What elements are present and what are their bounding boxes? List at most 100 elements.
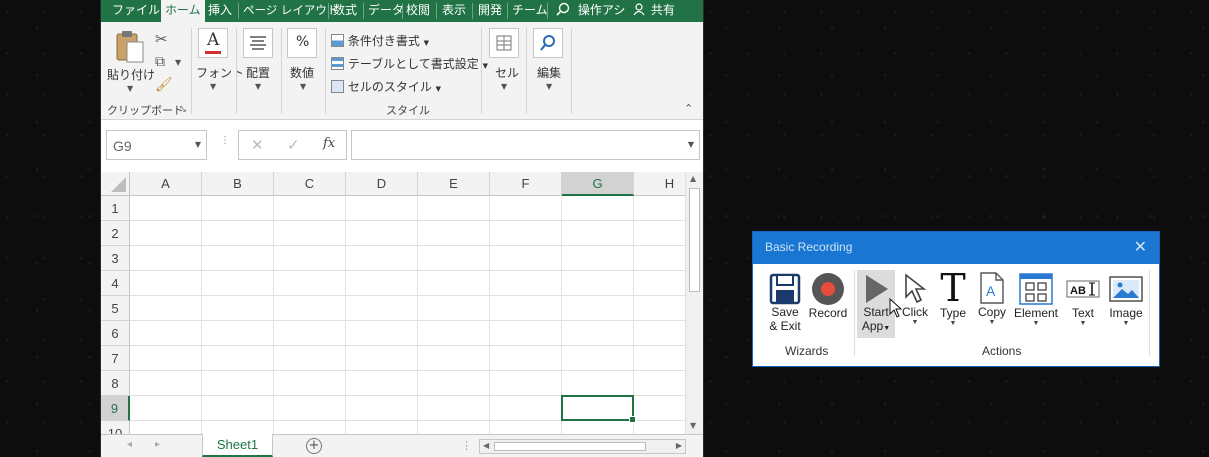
save-icon — [769, 273, 801, 305]
save-exit-button[interactable]: Save & Exit — [765, 270, 805, 338]
conditional-format-button[interactable]: 条件付き書式 ▼ — [331, 32, 429, 49]
tab-home[interactable]: ホーム — [161, 0, 205, 22]
chevron-down-icon: ▼ — [210, 82, 217, 91]
row-header-1[interactable]: 1 — [101, 196, 130, 221]
tab-team[interactable]: チーム — [512, 0, 548, 22]
dialog-launcher-icon[interactable]: ↘ — [180, 105, 187, 114]
group-separator — [191, 28, 192, 114]
tell-me-label: 操作アシ — [577, 3, 626, 17]
table-icon — [331, 57, 344, 70]
tab-view[interactable]: 表示 — [442, 0, 466, 22]
chevron-down-icon[interactable]: ▼ — [688, 140, 694, 149]
cancel-icon[interactable]: ✕ — [251, 136, 264, 154]
column-header-b[interactable]: B — [202, 172, 274, 196]
chevron-down-icon: ▼ — [175, 58, 182, 67]
copy-button[interactable]: A Copy ▼ — [973, 270, 1011, 338]
row-header-3[interactable]: 3 — [101, 246, 130, 271]
horizontal-scrollbar[interactable]: ◀ ▶ — [479, 439, 686, 454]
chevron-down-icon: ▼ — [546, 82, 553, 91]
cut-icon[interactable]: ✂ — [155, 30, 168, 48]
font-button[interactable]: A — [198, 28, 228, 58]
scroll-left-icon[interactable]: ◀ — [483, 441, 489, 450]
row-header-10[interactable]: 10 — [101, 421, 130, 434]
vertical-scrollbar[interactable]: ▲ ▼ — [685, 172, 703, 434]
save-exit-label-2: & Exit — [769, 319, 801, 333]
element-button[interactable]: Element ▼ — [1013, 270, 1059, 338]
row-gridline — [130, 320, 685, 321]
copy-icon[interactable]: ⧉ — [155, 54, 165, 70]
scroll-right-icon[interactable]: ▶ — [676, 441, 682, 450]
row-header-4[interactable]: 4 — [101, 271, 130, 296]
paste-button[interactable] — [115, 30, 145, 64]
share-button[interactable]: 共有 — [633, 0, 675, 22]
row-header-2[interactable]: 2 — [101, 221, 130, 246]
format-as-table-button[interactable]: テーブルとして書式設定 ▼ — [331, 55, 488, 72]
column-gridline — [489, 196, 490, 434]
scroll-up-icon[interactable]: ▲ — [690, 174, 696, 183]
active-cell[interactable] — [561, 395, 636, 423]
editing-button[interactable] — [533, 28, 563, 58]
row-header-9[interactable]: 9 — [101, 396, 130, 421]
cells-button[interactable] — [489, 28, 519, 58]
text-button[interactable]: AB Text ▼ — [1063, 270, 1103, 338]
select-all-corner[interactable] — [101, 172, 130, 196]
text-cursor-icon: T — [940, 266, 966, 310]
column-header-f[interactable]: F — [490, 172, 562, 196]
tell-me-box[interactable]: 操作アシ — [556, 0, 625, 22]
column-header-c[interactable]: C — [274, 172, 346, 196]
sheet-tab[interactable]: Sheet1 — [202, 434, 273, 457]
column-header-d[interactable]: D — [346, 172, 418, 196]
column-header-e[interactable]: E — [418, 172, 490, 196]
number-label: 数値 — [290, 66, 315, 80]
worksheet-grid[interactable]: ABCDEFGH 1 2 3 4 5 6 7 8 9 10 — [101, 172, 685, 434]
cell-styles-icon — [331, 80, 344, 93]
chevron-down-icon: ▼ — [435, 85, 442, 93]
record-button[interactable]: Record — [807, 270, 849, 338]
tab-insert[interactable]: 挿入 — [208, 0, 232, 22]
cell-styles-button[interactable]: セルのスタイル ▼ — [331, 78, 441, 95]
add-sheet-button[interactable]: + — [306, 438, 322, 454]
row-header-7[interactable]: 7 — [101, 346, 130, 371]
row-header-8[interactable]: 8 — [101, 371, 130, 396]
chevron-down-icon: ▼ — [1079, 320, 1087, 327]
prev-sheet-icon[interactable]: ◂ — [127, 439, 132, 450]
row-header-6[interactable]: 6 — [101, 321, 130, 346]
close-icon[interactable]: ✕ — [1134, 237, 1147, 256]
format-painter-icon[interactable]: 🖌 — [155, 77, 173, 93]
tab-review[interactable]: 校閲 — [406, 0, 430, 22]
tab-data[interactable]: データ — [368, 0, 404, 22]
tab-formulas[interactable]: 数式 — [333, 0, 357, 22]
collapse-ribbon-icon[interactable]: ⌃ — [684, 102, 693, 115]
name-box-value: G9 — [113, 138, 132, 154]
column-header-h[interactable]: H — [634, 172, 685, 196]
enter-icon[interactable]: ✓ — [287, 136, 300, 154]
cursor-icon — [905, 273, 927, 304]
tab-page-layout[interactable]: ページ レイアウト — [243, 0, 338, 22]
number-button[interactable]: % — [287, 28, 317, 58]
column-header-g[interactable]: G — [562, 172, 634, 196]
row-gridline — [130, 270, 685, 271]
type-button[interactable]: T Type ▼ — [935, 266, 971, 338]
drag-handle-icon[interactable]: ⋮ — [220, 136, 230, 146]
tab-file[interactable]: ファイル — [112, 0, 160, 22]
scroll-down-icon[interactable]: ▼ — [690, 421, 696, 430]
formula-input[interactable]: ▼ — [351, 130, 700, 160]
next-sheet-icon[interactable]: ▸ — [155, 439, 160, 450]
insert-function-icon[interactable]: fx — [323, 136, 335, 151]
row-gridline — [130, 220, 685, 221]
tab-developer[interactable]: 開発 — [478, 0, 502, 22]
formula-buttons: ✕ ✓ fx — [238, 130, 347, 160]
row-header-5[interactable]: 5 — [101, 296, 130, 321]
column-header-a[interactable]: A — [130, 172, 202, 196]
scroll-thumb[interactable] — [494, 442, 646, 451]
group-separator — [481, 28, 482, 114]
drag-handle-icon[interactable]: ⋮ — [461, 439, 472, 452]
row-gridline — [130, 345, 685, 346]
format-as-table-label: テーブルとして書式設定 — [347, 57, 479, 71]
alignment-button[interactable] — [243, 28, 273, 58]
name-box[interactable]: G9 ▼ — [106, 130, 207, 160]
formula-bar-row: G9 ▼ ⋮ ✕ ✓ fx ▼ — [101, 120, 703, 172]
image-button[interactable]: Image ▼ — [1105, 270, 1147, 338]
chevron-down-icon: ▼ — [1032, 320, 1040, 327]
scroll-thumb[interactable] — [689, 188, 700, 292]
